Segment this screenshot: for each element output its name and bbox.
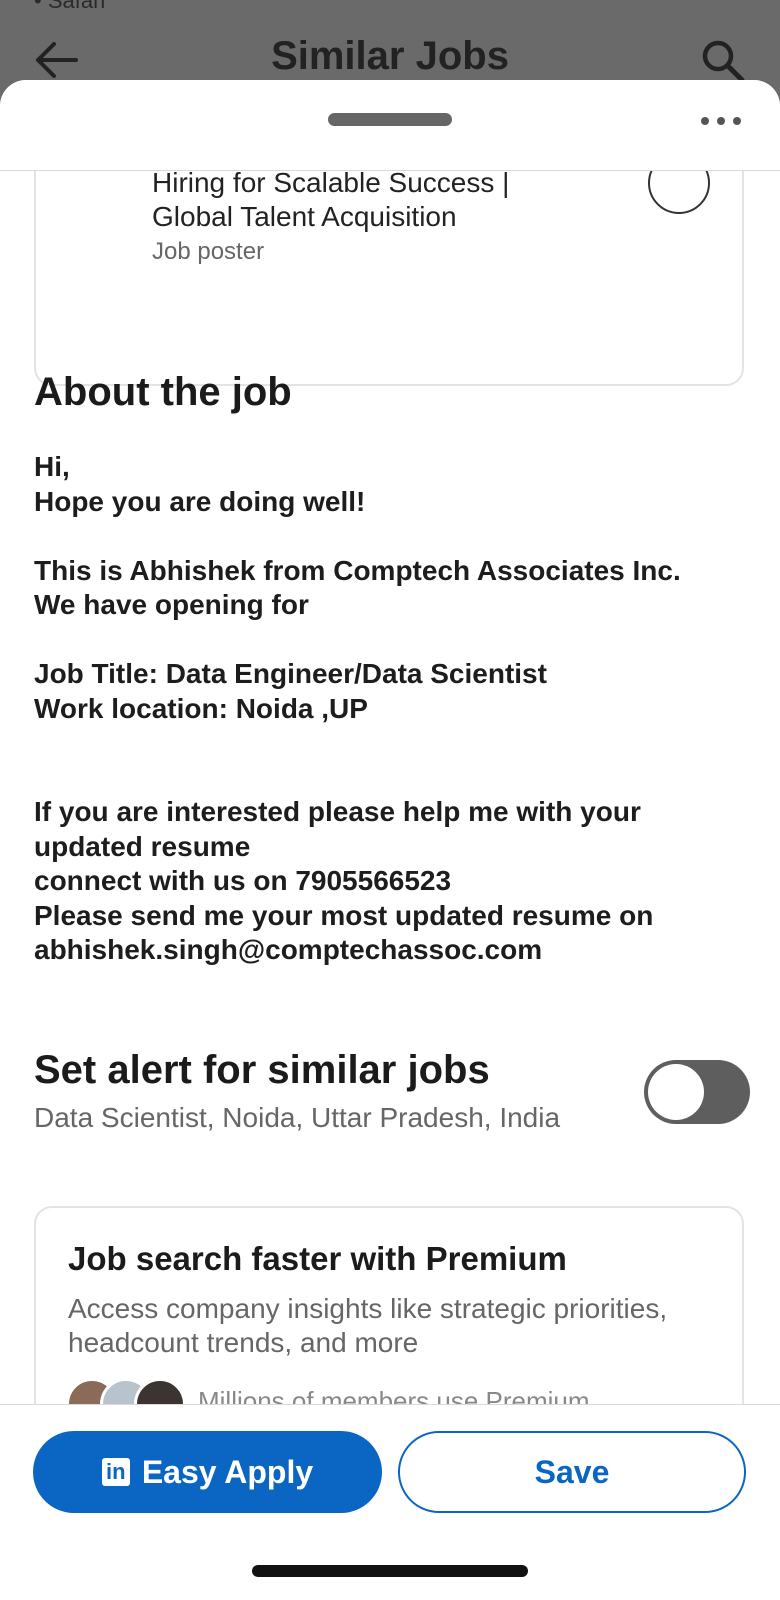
job-details-sheet: Hiring for Scalable Success | Global Tal… bbox=[0, 80, 780, 1600]
linkedin-logo-icon: in bbox=[101, 1458, 130, 1486]
toggle-knob bbox=[648, 1064, 704, 1120]
job-description: Hi, Hope you are doing well! This is Abh… bbox=[34, 450, 734, 968]
premium-title: Job search faster with Premium bbox=[68, 1240, 567, 1277]
save-button[interactable]: Save bbox=[398, 1431, 746, 1513]
bottom-action-bar: in Easy Apply Save bbox=[0, 1404, 780, 1600]
page-title: Similar Jobs bbox=[271, 34, 509, 78]
home-indicator bbox=[252, 1565, 528, 1577]
poster-role: Job poster bbox=[152, 238, 265, 265]
description-line: Job Title: Data Engineer/Data Scientist bbox=[34, 658, 547, 689]
description-line: Hope you are doing well! bbox=[34, 485, 366, 517]
poster-headline: Hiring for Scalable Success | Global Tal… bbox=[152, 167, 510, 232]
sheet-header bbox=[0, 80, 780, 171]
job-alert-toggle[interactable] bbox=[644, 1060, 750, 1124]
more-options-icon[interactable] bbox=[696, 106, 746, 136]
search-icon[interactable] bbox=[700, 38, 746, 84]
easy-apply-button[interactable]: in Easy Apply bbox=[33, 1431, 382, 1513]
easy-apply-label: Easy Apply bbox=[141, 1453, 314, 1490]
status-text: • Safari bbox=[34, 0, 106, 13]
description-line: This is Abhishek from Comptech Associate… bbox=[34, 554, 681, 586]
description-line: Work location: Noida ,UP bbox=[34, 692, 368, 724]
description-line: Please send me your most updated resume … bbox=[34, 899, 654, 931]
premium-description: Access company insights like strategic p… bbox=[68, 1293, 668, 1358]
email-link[interactable]: abhishek.singh@comptechassoc.com bbox=[34, 933, 734, 968]
phone-number[interactable]: connect with us on 7905566523 bbox=[34, 864, 734, 899]
sheet-grabber-handle[interactable] bbox=[328, 113, 452, 126]
description-line: updated resume bbox=[34, 830, 251, 862]
description-line: We have opening for bbox=[34, 589, 309, 620]
job-alert-criteria: Data Scientist, Noida, Uttar Pradesh, In… bbox=[34, 1102, 561, 1133]
about-job-heading: About the job bbox=[34, 370, 292, 414]
description-line: Hi, bbox=[34, 451, 70, 482]
description-line: If you are interested please help me wit… bbox=[34, 796, 641, 827]
job-alert-heading: Set alert for similar jobs bbox=[34, 1048, 490, 1092]
